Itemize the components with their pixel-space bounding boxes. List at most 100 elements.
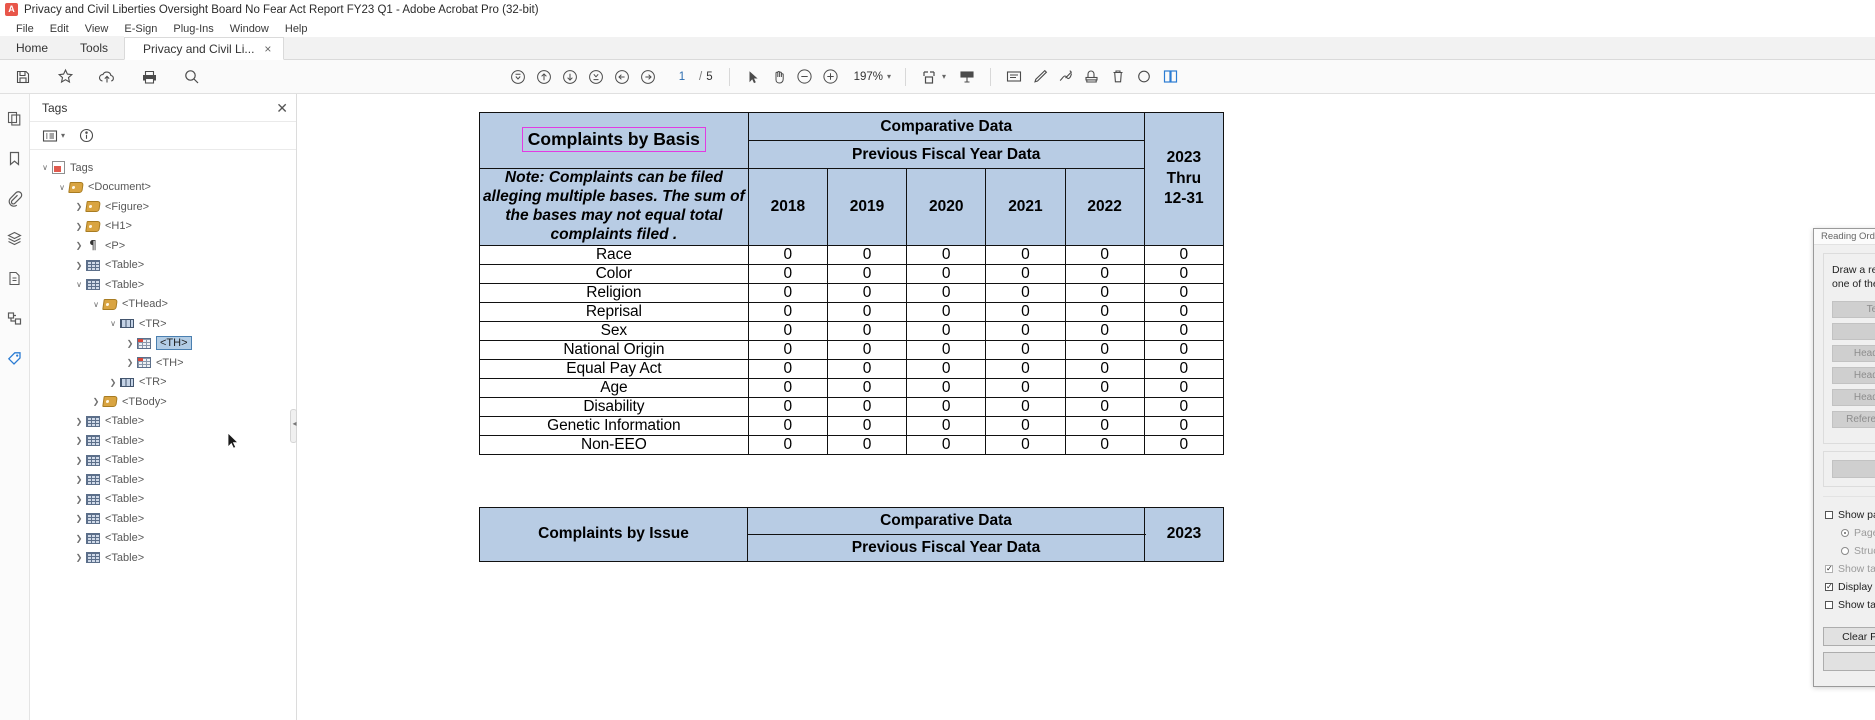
- tab-tools[interactable]: Tools: [64, 36, 125, 59]
- document-viewer[interactable]: Complaints by Basis Comparative Data 202…: [297, 94, 1875, 720]
- chevron-right-icon[interactable]: ❯: [72, 475, 86, 484]
- sign-icon[interactable]: [1053, 64, 1079, 90]
- forward-icon[interactable]: [635, 64, 661, 90]
- reference-q-button[interactable]: Reference (q): [1832, 411, 1875, 429]
- chevron-right-icon[interactable]: ❯: [72, 534, 86, 543]
- tag-tree-node[interactable]: ❯ <Table>: [30, 256, 296, 276]
- comparative-data-header[interactable]: Comparative Data: [747, 112, 1145, 141]
- issue-title-cell[interactable]: Complaints by Issue: [479, 506, 748, 562]
- next-page-icon[interactable]: [557, 64, 583, 90]
- basis-row-value[interactable]: 0: [747, 301, 828, 322]
- basis-row-label[interactable]: Color: [479, 263, 749, 284]
- menu-file[interactable]: File: [8, 22, 42, 36]
- basis-row-value[interactable]: 0: [1064, 301, 1145, 322]
- close-icon[interactable]: ×: [262, 42, 273, 56]
- chevron-right-icon[interactable]: ❯: [123, 339, 137, 348]
- basis-row-value[interactable]: 0: [1143, 396, 1225, 417]
- basis-row-value[interactable]: 0: [1143, 339, 1225, 360]
- basis-row-value[interactable]: 0: [985, 263, 1066, 284]
- year-header-2020[interactable]: 2020: [906, 168, 987, 246]
- year-header-2019[interactable]: 2019: [826, 168, 908, 246]
- close-icon[interactable]: ✕: [276, 101, 288, 115]
- basis-row-value[interactable]: 0: [985, 244, 1066, 265]
- year-header-2022[interactable]: 2022: [1064, 168, 1145, 246]
- accessibility-icon[interactable]: [3, 306, 27, 330]
- chevron-down-icon[interactable]: ∨: [55, 183, 69, 192]
- chevron-right-icon[interactable]: ❯: [72, 456, 86, 465]
- save-icon[interactable]: [10, 64, 36, 90]
- tag-tree-node[interactable]: ❯ <Figure>: [30, 197, 296, 217]
- tags-tree[interactable]: ∨ Tags ∨ <Document> ❯ <Figure> ❯ <H1> ❯ ¶ <P> ❯ <Tab…: [30, 150, 296, 720]
- tag-tree-node[interactable]: ❯ <Table>: [30, 431, 296, 451]
- tag-tree-node[interactable]: ❯ <TR>: [30, 373, 296, 393]
- issue-previous-fiscal-header[interactable]: Previous Fiscal Year Data: [747, 533, 1145, 562]
- chevron-right-icon[interactable]: ❯: [72, 202, 86, 211]
- help-button[interactable]: Help: [1823, 652, 1875, 672]
- basis-row-value[interactable]: 0: [826, 358, 908, 379]
- basis-row-value[interactable]: 0: [1143, 244, 1225, 265]
- chevron-right-icon[interactable]: ❯: [123, 358, 137, 367]
- basis-row-label[interactable]: National Origin: [479, 339, 749, 360]
- chevron-down-icon[interactable]: ∨: [106, 319, 120, 328]
- cloud-upload-icon[interactable]: [94, 64, 120, 90]
- menu-edit[interactable]: Edit: [42, 22, 77, 36]
- previous-page-icon[interactable]: [531, 64, 557, 90]
- dialog-option-row[interactable]: Page content order: [1825, 524, 1875, 542]
- attachments-icon[interactable]: [3, 186, 27, 210]
- basis-row-value[interactable]: 0: [826, 377, 908, 398]
- basis-row-value[interactable]: 0: [906, 415, 987, 436]
- tag-tree-node[interactable]: ∨ <TR>: [30, 314, 296, 334]
- first-page-icon[interactable]: [505, 64, 531, 90]
- previous-fiscal-year-header[interactable]: Previous Fiscal Year Data: [747, 140, 1145, 169]
- basis-row-value[interactable]: 0: [985, 415, 1066, 436]
- basis-row-value[interactable]: 0: [826, 263, 908, 284]
- basis-row-label[interactable]: Religion: [479, 282, 749, 303]
- tag-tree-node[interactable]: ❯ <Table>: [30, 529, 296, 549]
- tag-tree-node[interactable]: ❯ <TBody>: [30, 392, 296, 412]
- basis-row-value[interactable]: 0: [906, 339, 987, 360]
- basis-row-value[interactable]: 0: [826, 434, 908, 455]
- tag-tree-node[interactable]: ∨ Tags: [30, 158, 296, 178]
- highlight-pen-icon[interactable]: [1027, 64, 1053, 90]
- fit-page-icon[interactable]: [916, 64, 942, 90]
- comment-icon[interactable]: [1001, 64, 1027, 90]
- basis-row-value[interactable]: 0: [747, 358, 828, 379]
- bookmarks-icon[interactable]: [3, 146, 27, 170]
- year-header-2021[interactable]: 2021: [985, 168, 1066, 246]
- basis-row-value[interactable]: 0: [1064, 244, 1145, 265]
- basis-row-value[interactable]: 0: [747, 320, 828, 341]
- menu-view[interactable]: View: [77, 22, 117, 36]
- tag-tree-node[interactable]: ❯ <Table>: [30, 548, 296, 568]
- heading-2-button[interactable]: Heading 2: [1832, 367, 1875, 385]
- dialog-option-row[interactable]: Structure types: [1825, 542, 1875, 560]
- basis-row-value[interactable]: 0: [906, 244, 987, 265]
- chevron-right-icon[interactable]: ❯: [72, 261, 86, 270]
- page-number-input[interactable]: 1: [669, 71, 695, 83]
- basis-row-value[interactable]: 0: [1143, 282, 1225, 303]
- star-icon[interactable]: [52, 64, 78, 90]
- delete-icon[interactable]: [1105, 64, 1131, 90]
- basis-row-value[interactable]: 0: [747, 377, 828, 398]
- basis-row-label[interactable]: Race: [479, 244, 749, 265]
- basis-row-value[interactable]: 0: [747, 263, 828, 284]
- basis-row-value[interactable]: 0: [906, 263, 987, 284]
- checkbox-icon[interactable]: [1825, 511, 1833, 520]
- menu-help[interactable]: Help: [277, 22, 316, 36]
- dialog-option-row[interactable]: Show page content groups: [1825, 506, 1875, 524]
- tag-tree-node[interactable]: ❯ <H1>: [30, 217, 296, 237]
- basis-row-label[interactable]: Genetic Information: [479, 415, 749, 436]
- hand-tool-icon[interactable]: [766, 64, 792, 90]
- chevron-right-icon[interactable]: ❯: [72, 436, 86, 445]
- tag-tree-node[interactable]: ❯ <TH>: [30, 334, 296, 354]
- chevron-down-icon[interactable]: ∨: [38, 163, 52, 172]
- chevron-down-icon[interactable]: ▾: [887, 72, 891, 81]
- basis-row-label[interactable]: Reprisal: [479, 301, 749, 322]
- basis-row-value[interactable]: 0: [985, 301, 1066, 322]
- basis-row-value[interactable]: 0: [985, 396, 1066, 417]
- chevron-right-icon[interactable]: ❯: [72, 241, 86, 250]
- dialog-title-bar[interactable]: Reading Order ✕: [1814, 229, 1875, 245]
- current-period-header[interactable]: 2023 Thru 12-31: [1143, 112, 1225, 246]
- search-text-icon[interactable]: [1131, 64, 1157, 90]
- basis-row-value[interactable]: 0: [1064, 282, 1145, 303]
- issue-comparative-header[interactable]: Comparative Data: [747, 506, 1145, 535]
